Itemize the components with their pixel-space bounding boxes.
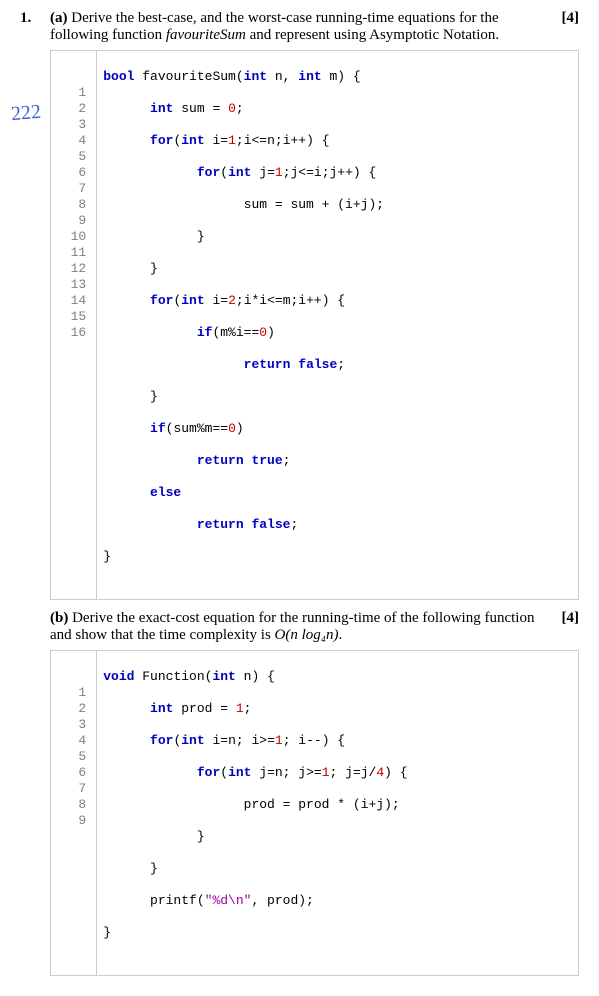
question-header: 1. (a) Derive the best-case, and the wor… (20, 10, 579, 44)
question-number: 1. (20, 10, 50, 27)
code-b: void Function(int n) { int prod = 1; for… (97, 651, 578, 975)
part-a-label: (a) (50, 10, 68, 26)
part-b-after: . (339, 627, 343, 643)
question-body: (a) Derive the best-case, and the worst-… (50, 10, 579, 44)
code-a: bool favouriteSum(int n, int m) { int su… (97, 51, 578, 599)
part-a-marks: [4] (552, 10, 580, 27)
part-b-complexity: O(n log₄n) (275, 627, 339, 643)
handwritten-annotation: 222 (10, 104, 41, 123)
part-b-marks: [4] (552, 610, 580, 627)
part-a-fn: favouriteSum (166, 27, 246, 43)
part-a-text: (a) Derive the best-case, and the worst-… (50, 10, 552, 44)
part-a-after: and represent using Asymptotic Notation. (246, 27, 499, 43)
code-block-a: 222 12345678910111213141516 bool favouri… (50, 50, 579, 600)
gutter-b: 123456789 (51, 651, 97, 975)
code-block-b: 123456789 void Function(int n) { int pro… (50, 650, 579, 976)
part-b-label: (b) (50, 610, 68, 626)
part-b: (b) Derive the exact-cost equation for t… (50, 610, 579, 644)
part-b-text: (b) Derive the exact-cost equation for t… (50, 610, 552, 644)
gutter-a: 12345678910111213141516 (51, 51, 97, 599)
